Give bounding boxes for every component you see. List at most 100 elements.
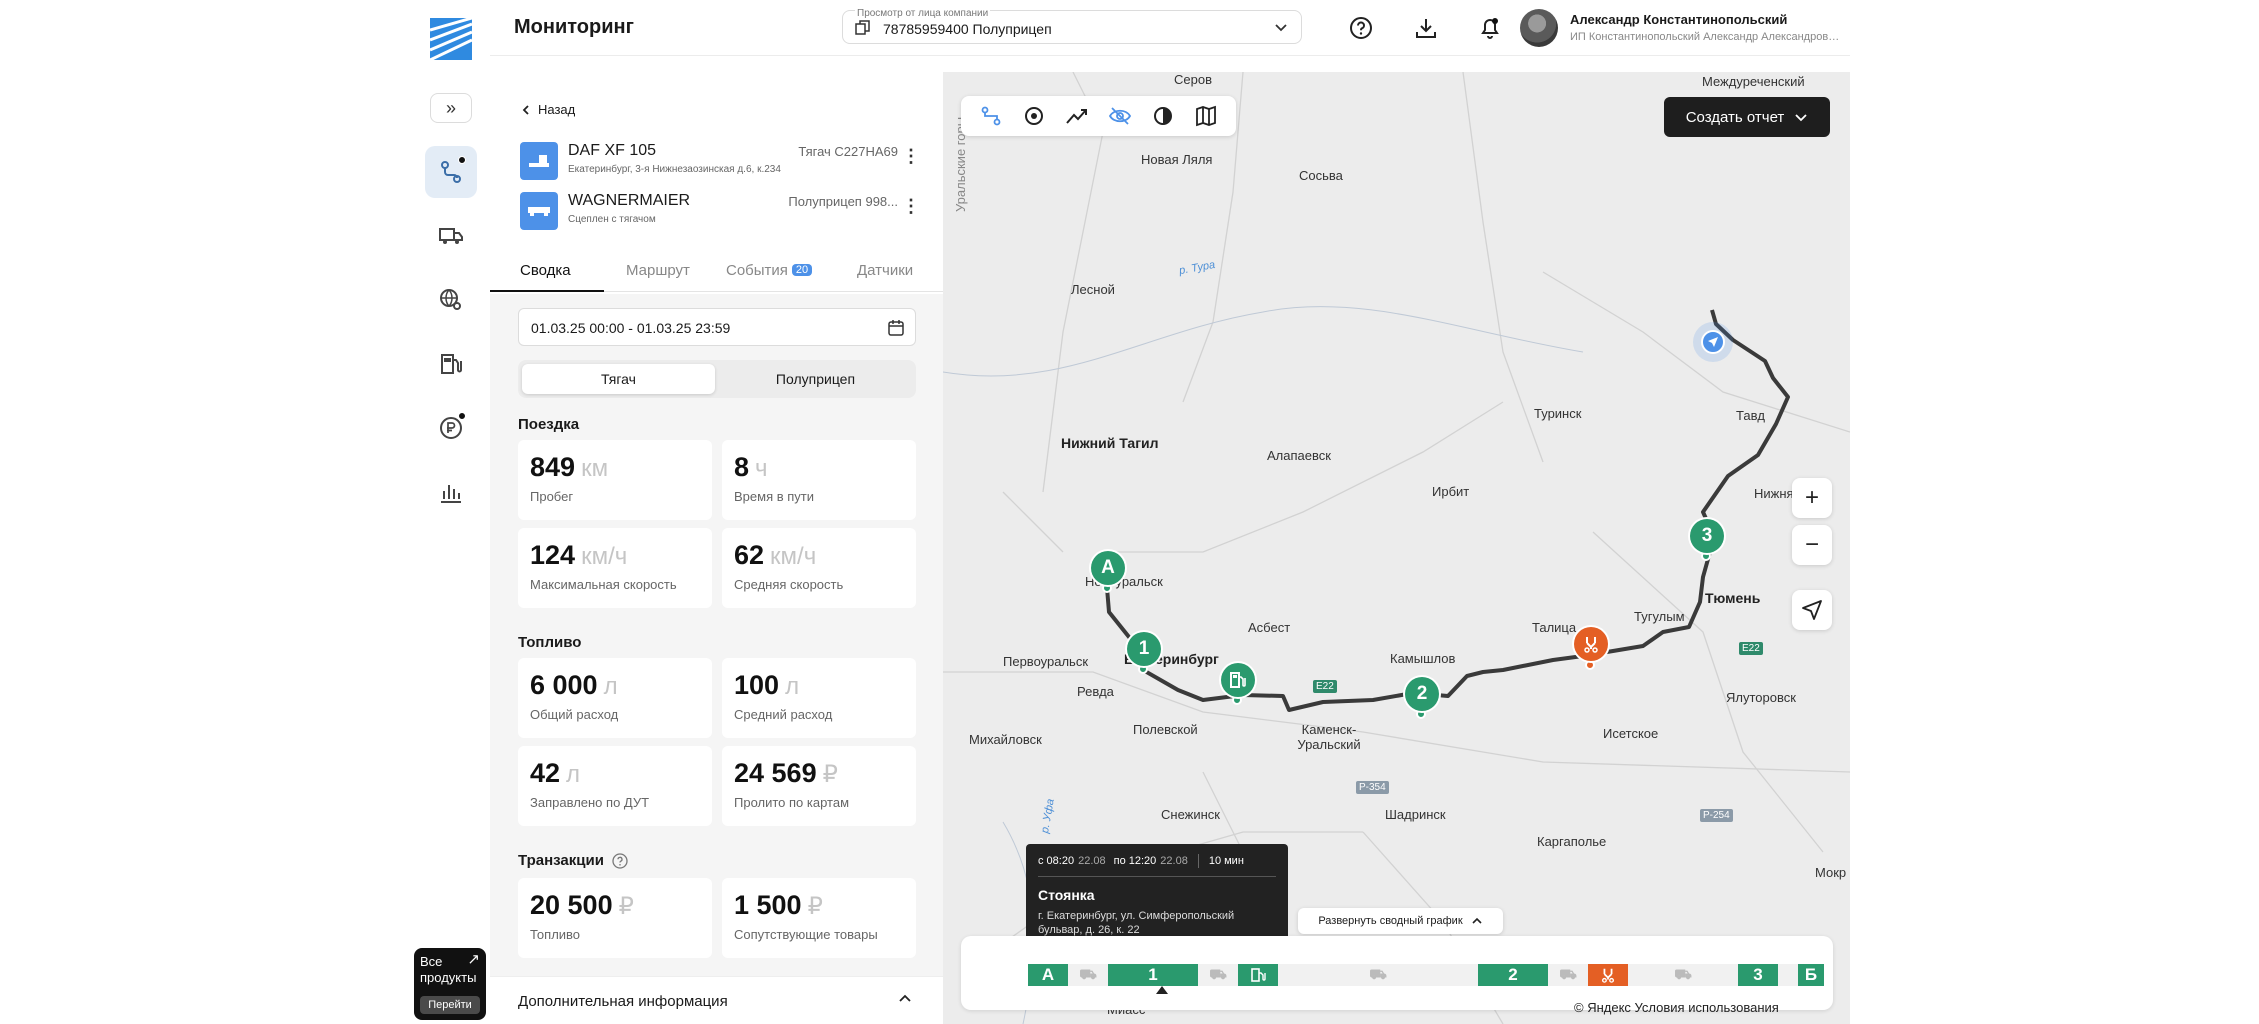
divider: [1197, 854, 1199, 868]
current-position-marker[interactable]: [1693, 322, 1733, 362]
summary-content: 01.03.25 00:00 - 01.03.25 23:59 Тягач По…: [490, 294, 943, 1024]
tab-summary[interactable]: Сводка: [520, 262, 571, 279]
user-name[interactable]: Александр Константинопольский: [1570, 12, 1787, 27]
city-label: Алапаевск: [1267, 448, 1331, 463]
timeline-end[interactable]: Б: [1798, 964, 1824, 986]
trip-timeline: A ⛟ 1 ⛟ ⛟ 2 ⛟ ⛟ 3 Б: [961, 936, 1833, 1010]
timeline-drive[interactable]: ⛟: [1548, 964, 1588, 986]
truck-icon: ⛟: [1209, 965, 1227, 982]
map[interactable]: Серов Междуреченский Новая Ляля Сосьва Л…: [943, 72, 1850, 1024]
fuel-station-icon: [441, 354, 462, 374]
create-report-button[interactable]: Создать отчет: [1664, 97, 1830, 137]
eye-off-icon[interactable]: [1107, 103, 1133, 129]
route-layer-icon[interactable]: [978, 103, 1004, 129]
stat-value: 42: [530, 758, 561, 788]
map-layers-icon[interactable]: [1193, 103, 1219, 129]
target-icon[interactable]: [1021, 103, 1047, 129]
timeline-start[interactable]: A: [1028, 964, 1068, 986]
vehicle-item-tractor[interactable]: DAF XF 105 Екатеринбург, 3-я Нижнезаозин…: [520, 142, 920, 186]
city-label: Нижня: [1754, 486, 1794, 501]
more-vertical-icon[interactable]: ⋮: [902, 146, 920, 167]
stat-card: 849 км Пробег: [518, 440, 712, 520]
copy-icon[interactable]: [855, 20, 871, 36]
refresh-circle-icon[interactable]: [1150, 103, 1176, 129]
sidebar-item-vehicles[interactable]: [425, 210, 477, 262]
map-attribution[interactable]: © Яндекс Условия использования: [1574, 1000, 1779, 1015]
all-products-button[interactable]: Все продукты ↗ Перейти: [414, 948, 486, 1020]
sidebar: » Все продукты ↗ Перейти: [0, 0, 490, 1024]
timeline-drive[interactable]: [1778, 964, 1798, 986]
unit-switch-trailer[interactable]: Полуприцеп: [719, 364, 912, 394]
chevron-up-icon: [1472, 917, 1482, 924]
timeline-drive[interactable]: ⛟: [1628, 964, 1738, 986]
download-button[interactable]: [1410, 12, 1442, 44]
timeline-fuel[interactable]: [1238, 964, 1278, 986]
tooltip-to: по 12:20: [1113, 855, 1157, 867]
timeline-stop-1[interactable]: 1: [1108, 964, 1198, 986]
route-point[interactable]: [1585, 660, 1595, 670]
map-pin-stop-2[interactable]: 2: [1405, 677, 1439, 711]
city-label: Снежинск: [1161, 807, 1220, 822]
timeline-drive[interactable]: ⛟: [1198, 964, 1238, 986]
expand-chart-button[interactable]: Развернуть сводный график: [1298, 908, 1503, 934]
tab-route[interactable]: Маршрут: [626, 262, 690, 279]
notifications-button[interactable]: [1474, 12, 1506, 44]
stat-value: 8: [734, 452, 750, 482]
trend-icon[interactable]: [1064, 103, 1090, 129]
stat-card: 42 л Заправлено по ДУТ: [518, 746, 712, 826]
city-label: Тюмень: [1705, 590, 1761, 606]
map-pin-stop-3[interactable]: 3: [1690, 519, 1724, 553]
timeline-drive[interactable]: ⛟: [1278, 964, 1478, 986]
vehicle-item-trailer[interactable]: WAGNERMAIER Сцеплен с тягачом Полуприцеп…: [520, 192, 920, 236]
timeline-marker: [1156, 986, 1168, 994]
stat-card: 100 л Средний расход: [722, 658, 916, 738]
stat-label: Общий расход: [530, 707, 619, 722]
city-label: Талица: [1532, 620, 1577, 635]
active-tab-indicator: [490, 290, 604, 292]
calendar-icon[interactable]: [887, 319, 905, 337]
download-icon: [1416, 19, 1436, 38]
tooltip-to-date: 22.08: [1160, 855, 1188, 867]
go-button[interactable]: Перейти: [420, 996, 480, 1014]
sidebar-item-finance[interactable]: [425, 402, 477, 454]
expand-sidebar-button[interactable]: »: [430, 93, 472, 123]
sidebar-item-reports[interactable]: [425, 466, 477, 518]
trailer-icon: [520, 192, 558, 230]
city-label: Лесной: [1071, 282, 1115, 297]
more-vertical-icon[interactable]: ⋮: [902, 196, 920, 217]
map-pin-stop-1[interactable]: 1: [1127, 632, 1161, 666]
timeline-drive[interactable]: ⛟: [1068, 964, 1108, 986]
date-range-field[interactable]: 01.03.25 00:00 - 01.03.25 23:59: [518, 308, 916, 346]
timeline-stop-3[interactable]: 3: [1738, 964, 1778, 986]
sidebar-item-monitoring[interactable]: [425, 146, 477, 198]
stat-label: Топливо: [530, 927, 581, 942]
zoom-in-button[interactable]: +: [1792, 478, 1832, 518]
sidebar-item-geo[interactable]: [425, 274, 477, 326]
stat-value: 62: [734, 540, 765, 570]
help-icon[interactable]: [612, 852, 628, 869]
chevron-up-icon: [899, 994, 911, 1002]
timeline-drain[interactable]: [1588, 964, 1628, 986]
avatar[interactable]: [1520, 9, 1558, 47]
map-pin-fuel[interactable]: [1221, 663, 1255, 697]
tab-events[interactable]: События 20: [726, 262, 813, 279]
company-logo[interactable]: [429, 16, 473, 62]
tab-sensors[interactable]: Датчики: [857, 262, 913, 279]
unit-switch: Тягач Полуприцеп: [518, 360, 916, 398]
help-button[interactable]: [1345, 12, 1377, 44]
truck-icon: ⛟: [1369, 965, 1387, 982]
company-select[interactable]: Просмотр от лица компании 78785959400 По…: [842, 8, 1302, 44]
locate-button[interactable]: [1792, 590, 1832, 630]
zoom-out-button[interactable]: −: [1792, 525, 1832, 565]
additional-info-toggle[interactable]: Дополнительная информация: [490, 976, 943, 1024]
map-pin-start[interactable]: A: [1091, 551, 1125, 585]
map-pin-drain[interactable]: [1574, 627, 1608, 661]
timeline-stop-2[interactable]: 2: [1478, 964, 1548, 986]
back-button[interactable]: Назад: [520, 102, 575, 117]
section-trip-title: Поездка: [518, 416, 580, 433]
bell-icon: [1481, 18, 1499, 39]
tooltip-title: Стоянка: [1038, 887, 1095, 903]
unit-switch-tractor[interactable]: Тягач: [522, 364, 715, 394]
chevron-down-icon: [1795, 114, 1807, 122]
sidebar-item-fuel[interactable]: [425, 338, 477, 390]
